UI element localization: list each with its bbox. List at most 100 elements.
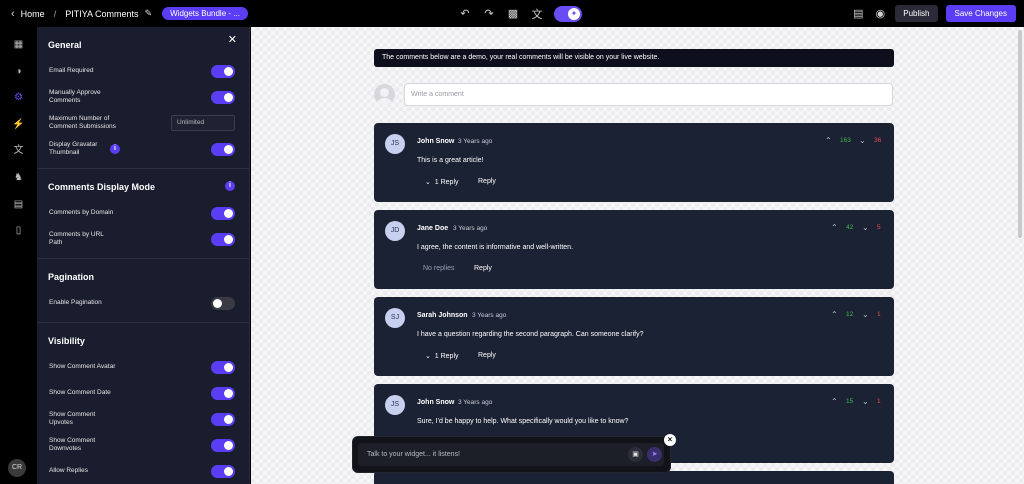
setting-label: Enable Pagination bbox=[49, 299, 102, 306]
chat-widget: Talk to your widget... it listens! ▣ ➤ bbox=[353, 437, 670, 472]
comment-card: JD Jane Doe 3 Years ago ⌃ 42 ⌄ 5 I agree… bbox=[374, 210, 894, 289]
show-upvotes-toggle[interactable] bbox=[211, 412, 235, 426]
setting-show-date: Show Comment Date bbox=[37, 380, 249, 406]
dashboard-icon[interactable]: ▦ bbox=[12, 38, 25, 51]
upvote-count: 15 bbox=[846, 398, 854, 405]
pagination-toggle[interactable] bbox=[211, 296, 235, 310]
translate-icon[interactable]: 文 bbox=[530, 6, 544, 22]
replies-count: 1 Reply bbox=[434, 179, 459, 186]
comment-time: 3 Years ago bbox=[472, 312, 507, 319]
comment-author: John Snow bbox=[417, 138, 455, 145]
display-gravatar-toggle[interactable] bbox=[211, 142, 235, 156]
downvote-icon[interactable]: ⌄ bbox=[862, 397, 869, 406]
upvote-icon[interactable]: ⌃ bbox=[831, 223, 838, 232]
avatar: JS bbox=[385, 134, 405, 154]
demo-banner: The comments below are a demo, your real… bbox=[374, 49, 894, 67]
breadcrumb-separator: / bbox=[53, 8, 57, 19]
layout-icon[interactable]: ▤ bbox=[12, 198, 25, 211]
setting-label: Email Required bbox=[49, 67, 94, 74]
comment-time: 3 Years ago bbox=[458, 138, 493, 145]
chat-placeholder: Talk to your widget... it listens! bbox=[367, 451, 460, 458]
setting-label: Show Comment Upvotes bbox=[49, 411, 96, 426]
reply-button[interactable]: Reply bbox=[478, 178, 496, 185]
email-required-toggle[interactable] bbox=[211, 64, 235, 78]
downvote-count: 36 bbox=[874, 137, 882, 144]
preview-scrollbar[interactable] bbox=[1018, 30, 1022, 238]
comment-input[interactable]: Write a comment bbox=[404, 83, 893, 106]
section-title-display-mode: Comments Display Mode i bbox=[37, 169, 249, 200]
setting-enable-pagination: Enable Pagination bbox=[37, 290, 249, 316]
downvote-icon[interactable]: ⌄ bbox=[862, 223, 869, 232]
send-icon[interactable]: ➤ bbox=[647, 447, 662, 462]
upvote-icon[interactable]: ⌃ bbox=[831, 310, 838, 319]
comment-time: 3 Years ago bbox=[453, 225, 488, 232]
setting-label: Show Comment Downvotes bbox=[49, 437, 96, 452]
palette-icon[interactable]: ◑ bbox=[12, 65, 25, 78]
chat-close-icon[interactable]: × bbox=[664, 434, 676, 446]
paint-icon[interactable]: ▩ bbox=[506, 7, 520, 20]
analytics-icon[interactable]: ▯ bbox=[12, 224, 25, 237]
show-date-toggle[interactable] bbox=[211, 386, 235, 400]
display-mode-section: Comments Display Mode i Comments by Doma… bbox=[37, 169, 249, 259]
publish-button[interactable]: Publish bbox=[895, 5, 938, 22]
eye-icon[interactable]: ◉ bbox=[873, 7, 887, 20]
plug-icon[interactable]: ⚡ bbox=[12, 118, 25, 131]
upvote-count: 12 bbox=[846, 311, 854, 318]
max-submissions-input[interactable]: Unlimited bbox=[171, 115, 235, 131]
upvote-icon[interactable]: ⌃ bbox=[825, 136, 832, 145]
by-domain-toggle[interactable] bbox=[211, 206, 235, 220]
avatar: SJ bbox=[385, 308, 405, 328]
info-icon[interactable]: i bbox=[225, 181, 235, 191]
by-url-toggle[interactable] bbox=[211, 232, 235, 246]
info-icon[interactable]: i bbox=[110, 144, 120, 154]
bundle-pill[interactable]: Widgets Bundle - ... bbox=[162, 7, 248, 20]
setting-display-gravatar: Display Gravatar Thumbnail i bbox=[37, 136, 249, 162]
downvote-count: 1 bbox=[877, 311, 881, 318]
pagination-section: Pagination Enable Pagination bbox=[37, 259, 249, 323]
reply-button[interactable]: Reply bbox=[474, 265, 492, 272]
comment-author: John Snow bbox=[417, 399, 455, 406]
redo-icon[interactable]: ↷ bbox=[482, 7, 496, 20]
show-avatar-toggle[interactable] bbox=[211, 360, 235, 374]
allow-replies-toggle[interactable] bbox=[211, 464, 235, 478]
image-attach-icon[interactable]: ▣ bbox=[628, 447, 643, 462]
widget-name[interactable]: PITIYA Comments bbox=[65, 9, 138, 19]
reply-button[interactable]: Reply bbox=[478, 352, 496, 359]
comment-text: I have a question regarding the second p… bbox=[417, 331, 644, 338]
gear-icon[interactable]: ⚙ bbox=[12, 91, 25, 104]
setting-label: Show Comment Date bbox=[49, 389, 111, 396]
undo-icon[interactable]: ↶ bbox=[458, 7, 472, 20]
downvote-icon[interactable]: ⌄ bbox=[859, 136, 866, 145]
replies-toggle[interactable]: ⌄ 1 Reply bbox=[425, 178, 459, 186]
user-avatar[interactable]: CR bbox=[8, 459, 26, 477]
setting-label: Show Comment Avatar bbox=[49, 363, 116, 370]
downvote-icon[interactable]: ⌄ bbox=[862, 310, 869, 319]
upvote-icon[interactable]: ⌃ bbox=[831, 397, 838, 406]
section-title-general: General bbox=[48, 40, 82, 50]
breadcrumb: ‹ Home / PITIYA Comments ✎ Widgets Bundl… bbox=[0, 7, 248, 20]
avatar: JS bbox=[385, 395, 405, 415]
save-changes-button[interactable]: Save Changes bbox=[945, 5, 1016, 22]
setting-manually-approve: Manually Approve Comments bbox=[37, 84, 249, 110]
show-downvotes-toggle[interactable] bbox=[211, 438, 235, 452]
manually-approve-toggle[interactable] bbox=[211, 90, 235, 104]
back-home-link[interactable]: Home bbox=[21, 9, 45, 19]
chat-input[interactable]: Talk to your widget... it listens! ▣ ➤ bbox=[358, 443, 664, 466]
replies-toggle[interactable]: ⌄ 1 Reply bbox=[425, 352, 459, 360]
avatar: JD bbox=[385, 221, 405, 241]
ai-assistant-toggle[interactable]: ✦ bbox=[554, 5, 582, 22]
comment-card bbox=[374, 471, 894, 484]
settings-panel: ✕ General Email Required Manually Approv… bbox=[37, 27, 250, 484]
comment-text: I agree, the content is informative and … bbox=[417, 244, 574, 251]
pencil-icon[interactable]: ✎ bbox=[145, 8, 153, 19]
setting-max-submissions: Maximum Number of Comment Submissions Un… bbox=[37, 110, 249, 136]
comment-card: SJ Sarah Johnson 3 Years ago ⌃ 12 ⌄ 1 I … bbox=[374, 297, 894, 376]
chevron-left-icon[interactable]: ‹ bbox=[11, 8, 15, 20]
setting-by-domain: Comments by Domain bbox=[37, 200, 249, 226]
database-icon[interactable]: ▤ bbox=[851, 7, 865, 20]
bell-icon[interactable]: ♞ bbox=[12, 171, 25, 184]
setting-label: Allow Replies bbox=[49, 467, 89, 474]
comment-card: JS John Snow 3 Years ago ⌃ 163 ⌄ 36 This… bbox=[374, 123, 894, 202]
comment-time: 3 Years ago bbox=[458, 399, 493, 406]
translate-icon[interactable]: 文 bbox=[12, 144, 25, 157]
